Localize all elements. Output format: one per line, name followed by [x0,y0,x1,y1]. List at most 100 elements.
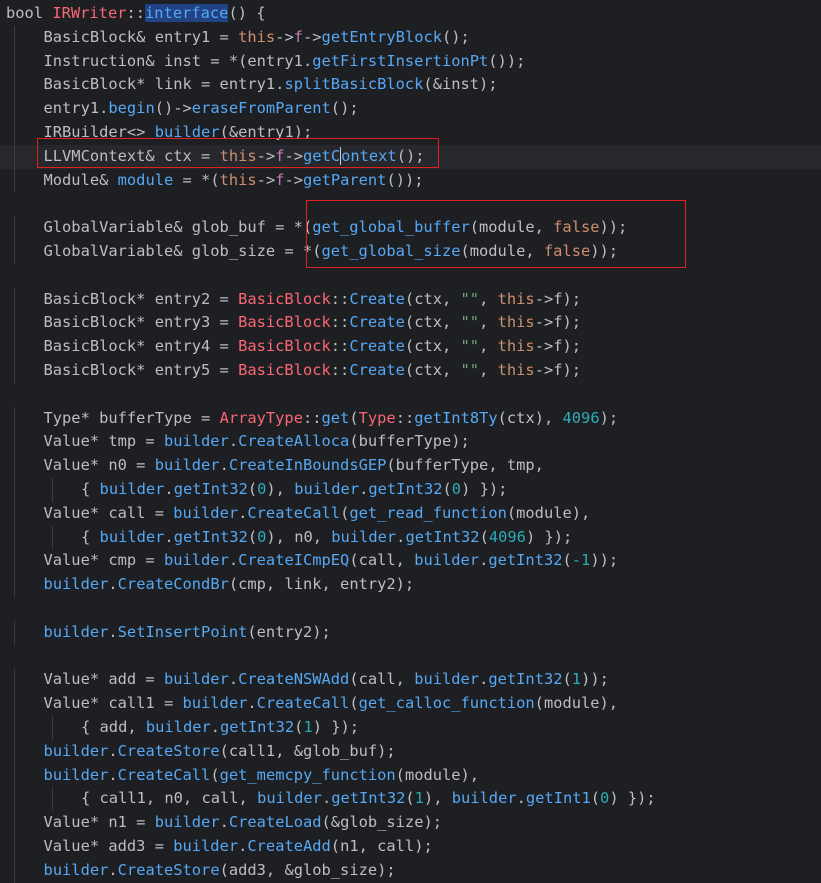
code-token: 4096 [488,527,526,546]
code-token: builder [145,718,211,736]
code-token: this [238,27,276,46]
code-line[interactable]: BasicBlock* entry3 = BasicBlock::Create(… [0,311,821,336]
code-line[interactable] [0,597,821,621]
code-token: builder [43,622,109,641]
code-token: builder [163,432,229,451]
code-token: false [543,242,591,260]
code-token: ), [266,480,295,498]
code-token: (&inst); [423,75,498,94]
code-line[interactable]: { builder.getInt32(0), builder.getInt32(… [0,478,821,502]
code-token: ( [349,694,359,713]
code-line[interactable]: builder.CreateCall(get_memcpy_function(m… [0,763,821,788]
code-token: :: [330,313,350,332]
indent-guide [14,811,15,835]
code-line[interactable]: LLVMContext& ctx = this->f->getContext()… [0,144,821,169]
code-token: (bufferType, tmp, [386,456,544,475]
code-line[interactable]: Value* add3 = builder.CreateAdd(n1, call… [0,835,821,859]
code-token: )); [590,242,619,260]
code-line[interactable]: Value* cmp = builder.CreateICmpEQ(call, … [0,549,821,574]
code-token: getParent [303,170,387,189]
code-token: module [117,170,174,189]
code-line[interactable]: BasicBlock* entry2 = BasicBlock::Create(… [0,287,821,312]
code-token: . [108,860,118,879]
code-line[interactable]: Value* tmp = builder.CreateAlloca(buffer… [0,430,821,455]
indent-guide [14,525,15,550]
code-token: ( [349,408,359,427]
code-token: BasicBlock* entry4 = [43,337,239,356]
code-token: BasicBlock* entry5 = [43,361,239,379]
code-token: false [553,218,600,237]
code-token: builder [43,575,109,594]
code-token: -1 [571,551,591,570]
code-line[interactable] [0,264,821,288]
code-line[interactable]: { call1, n0, call, builder.getInt32(1), … [0,787,821,812]
code-token: getInt32 [220,718,295,736]
code-token: 1 [571,670,582,689]
code-line-text: { add, builder.getInt32(1) }); [81,716,359,740]
code-line[interactable]: BasicBlock& entry1 = this->f->getEntryBl… [0,25,821,50]
code-token: Value* call1 = [43,694,183,713]
code-token: this [219,170,257,189]
indent-guide [14,144,15,169]
code-line[interactable]: Module& module = *(this->f->getParent())… [0,168,821,193]
code-line[interactable]: Type* bufferType = ArrayType::get(Type::… [0,406,821,431]
code-line-text: BasicBlock* entry2 = BasicBlock::Create(… [44,288,582,312]
indent-guide [14,620,15,645]
code-token: { [81,527,100,546]
code-line[interactable]: Value* n1 = builder.CreateLoad(&glob_siz… [0,811,821,835]
code-line[interactable]: Instruction& inst = *(entry1.getFirstIns… [0,49,821,74]
code-line[interactable]: bool IRWriter::interface() { [0,2,821,26]
code-token: ( [247,480,258,498]
code-line[interactable]: Value* call = builder.CreateCall(get_rea… [0,501,821,526]
code-line[interactable]: builder.CreateStore(add3, &glob_size); [0,858,821,883]
indent-guide [51,787,53,812]
code-line-text: builder.CreateCall(get_memcpy_function(m… [44,764,480,788]
code-token: (module, [460,242,544,260]
code-line[interactable]: { builder.getInt32(0), n0, builder.getIn… [0,525,821,550]
code-line[interactable]: GlobalVariable& glob_size = *(get_global… [0,240,821,264]
code-line[interactable]: builder.CreateStore(call1, &glob_buf); [0,739,821,764]
code-token: this [219,146,257,165]
code-line[interactable]: GlobalVariable& glob_buf = *(get_global_… [0,216,821,240]
code-line[interactable]: { add, builder.getInt32(1) }); [0,716,821,740]
code-token: (call, [349,551,415,570]
code-token: builder [294,480,360,498]
code-line-text: Value* cmp = builder.CreateICmpEQ(call, … [44,549,619,573]
code-token: -> [303,27,322,46]
indent-guide [14,121,15,145]
code-token: :: [330,337,350,356]
indent-guide [51,716,53,740]
code-line[interactable]: Value* n0 = builder.CreateInBoundsGEP(bu… [0,454,821,478]
code-line[interactable]: entry1.begin()->eraseFromParent(); [0,97,821,121]
code-line-text: entry1.begin()->eraseFromParent(); [44,97,359,121]
code-token: ); [599,408,619,427]
code-token: CreateAlloca [238,432,350,451]
code-token: getFirstInsertionPt [312,51,489,70]
code-token: get_global_size [321,242,461,260]
code-token: ) }); [609,789,656,808]
code-line[interactable]: Value* call1 = builder.CreateCall(get_ca… [0,692,821,716]
code-editor[interactable]: bool IRWriter::interface() {BasicBlock& … [0,0,821,883]
code-token: BasicBlock* link = entry1. [43,75,285,94]
code-token: -> [275,27,294,46]
code-line[interactable]: builder.SetInsertPoint(entry2); [0,620,821,645]
code-token: builder [43,860,109,879]
code-token: Create [349,313,405,332]
code-token: get_global_buffer [312,218,470,237]
code-line[interactable]: builder.CreateCondBr(cmp, link, entry2); [0,573,821,597]
code-line[interactable]: BasicBlock* link = entry1.splitBasicBloc… [0,73,821,98]
code-token: (call1, &glob_buf); [219,741,396,760]
code-token: BasicBlock [238,313,331,332]
code-token: Value* n0 = [43,456,155,475]
indent-guide [14,335,15,359]
code-token: { add, [81,718,146,736]
code-token: 0 [257,480,267,498]
code-line[interactable]: IRBuilder<> builder(&entry1); [0,121,821,145]
code-line[interactable]: BasicBlock* entry4 = BasicBlock::Create(… [0,335,821,359]
code-line[interactable]: Value* add = builder.CreateNSWAdd(call, … [0,668,821,693]
code-line[interactable] [0,383,821,407]
code-line[interactable] [0,645,821,669]
code-line[interactable] [0,192,821,216]
code-line[interactable]: BasicBlock* entry5 = BasicBlock::Create(… [0,359,821,383]
code-token: . [247,694,257,713]
